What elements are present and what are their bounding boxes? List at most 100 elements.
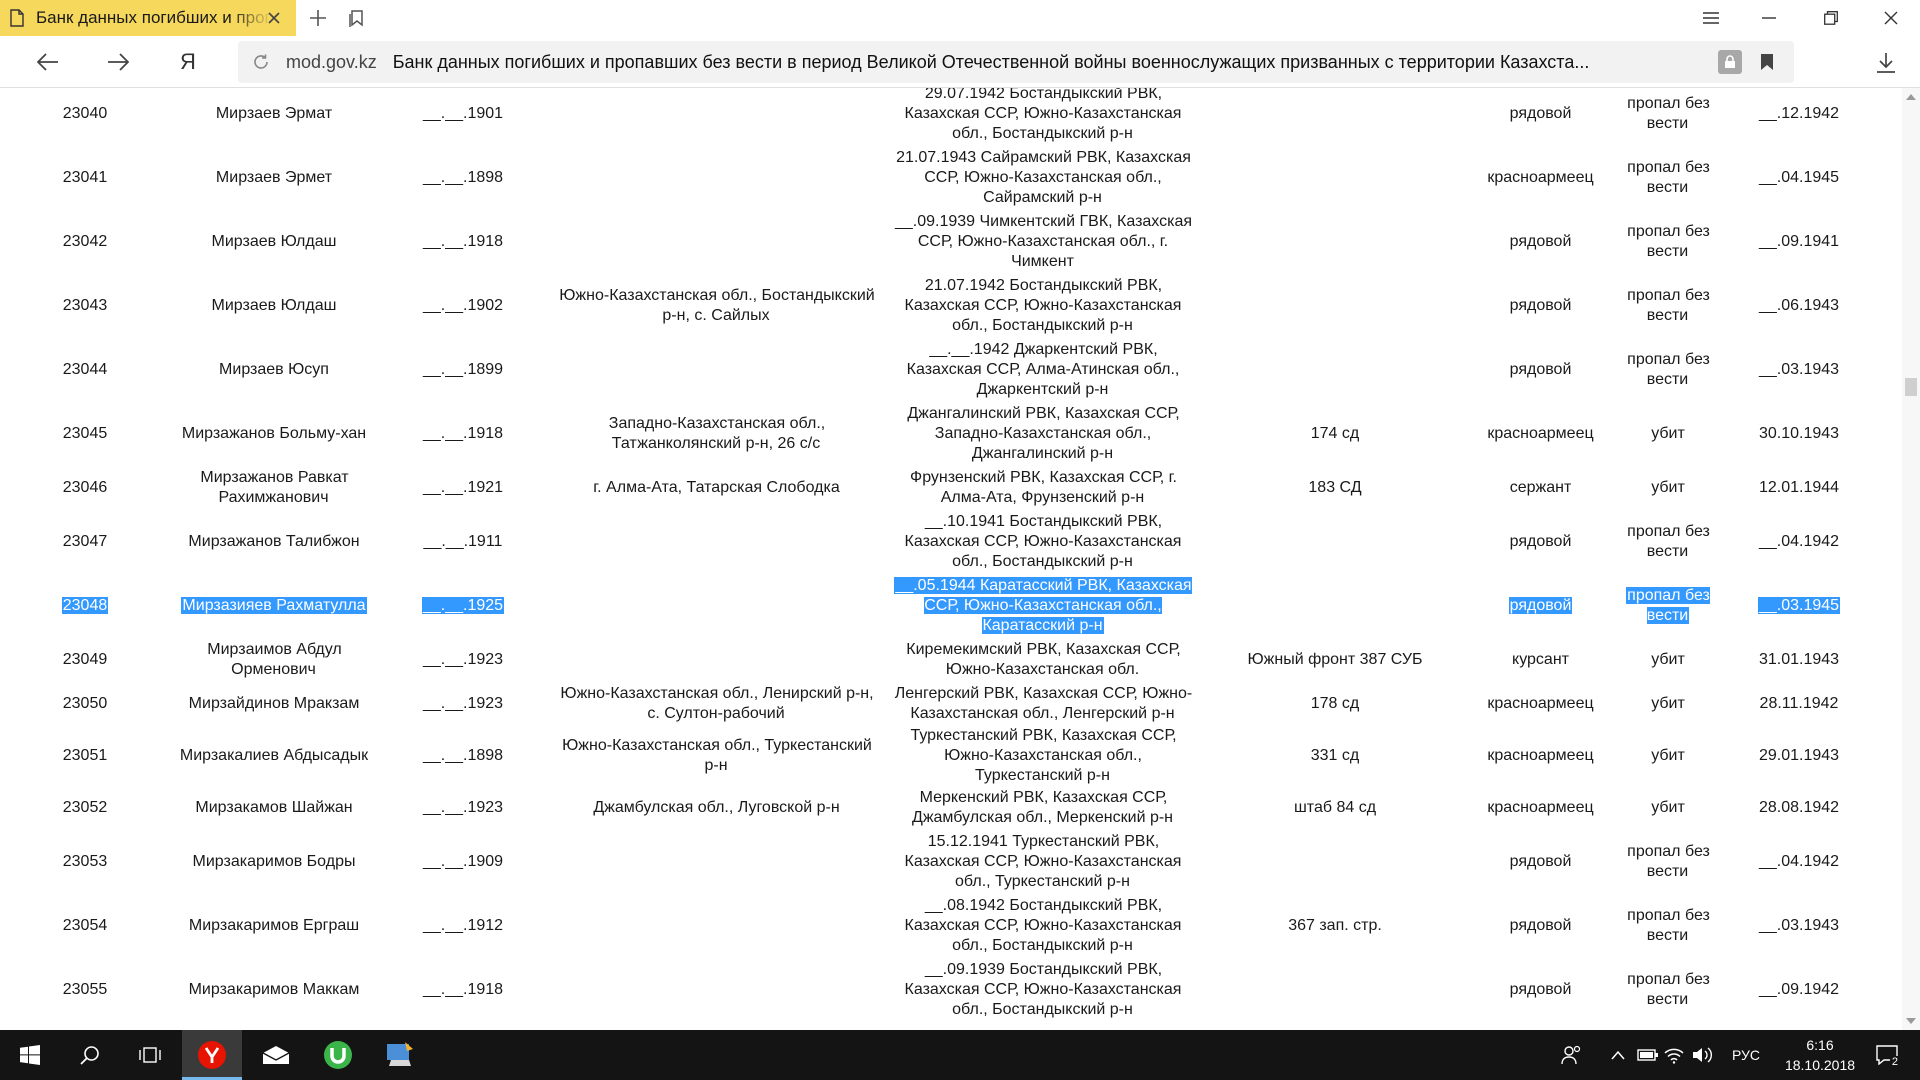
- url-domain: mod.gov.kz: [286, 51, 377, 72]
- cell-rank: красноармеец: [1469, 682, 1612, 726]
- bookmark-icon[interactable]: [1756, 50, 1778, 74]
- utorrent-icon[interactable]: [308, 1030, 368, 1080]
- browser-menu-icon[interactable]: [1688, 0, 1734, 36]
- action-center-icon[interactable]: 2: [1872, 1042, 1902, 1068]
- chevron-up-icon[interactable]: [1606, 1043, 1630, 1067]
- cell-conscription: 21.07.1942 Бостандыкский РВК, Казахская …: [885, 274, 1201, 338]
- cell-conscription: __.10.1941 Бостандыкский РВК, Казахская …: [885, 510, 1201, 574]
- cell-birthplace: Южно-Казахстанская обл., Бостандыкский р…: [548, 274, 885, 338]
- cell-birth: __.__.1902: [378, 274, 548, 338]
- cell-text: __.04.1945: [1758, 169, 1840, 186]
- cell-text: 23049: [62, 651, 108, 668]
- table-row: 23044 Мирзаев Юсуп __.__.1899 __.__.1942 Дж…: [0, 338, 1874, 402]
- page-scrollbar[interactable]: [1902, 88, 1920, 1030]
- download-icon[interactable]: [1872, 49, 1900, 77]
- table-row: 23053 Мирзакаримов Бодры __.__.1909 15.12.1…: [0, 830, 1874, 894]
- yandex-browser-taskbar-icon[interactable]: [182, 1030, 242, 1080]
- forward-arrow-icon[interactable]: [102, 46, 134, 78]
- restore-icon[interactable]: [1808, 0, 1854, 36]
- windows-start-icon[interactable]: [0, 1030, 60, 1080]
- cell-birthplace: [548, 638, 885, 682]
- system-clock[interactable]: 6:16 18.10.2018: [1778, 1035, 1862, 1075]
- cell-text: Мирзажанов Больму-хан: [181, 425, 367, 442]
- cell-name: Мирзакаримов Бодры: [170, 830, 378, 894]
- cell-text: рядовой: [1509, 361, 1572, 378]
- cell-name: Мирзакаримов Ерграш: [170, 894, 378, 958]
- cell-id: 23054: [0, 894, 170, 958]
- cell-id: 23047: [0, 510, 170, 574]
- cell-unit: 183 СД: [1201, 466, 1469, 510]
- wifi-icon[interactable]: [1662, 1043, 1686, 1067]
- windows-taskbar: РУС 6:16 18.10.2018 2: [0, 1030, 1920, 1080]
- people-icon[interactable]: [1560, 1043, 1584, 1067]
- cell-text: Мирзайдинов Мракзам: [188, 695, 360, 712]
- cell-rank: рядовой: [1469, 210, 1612, 274]
- cell-unit: [1201, 574, 1469, 638]
- yandex-home-icon[interactable]: Я: [172, 46, 204, 78]
- volume-icon[interactable]: [1690, 1043, 1714, 1067]
- cell-text: 23053: [62, 853, 108, 870]
- cell-date: __.09.1942: [1724, 958, 1874, 1022]
- cell-unit: 178 сд: [1201, 682, 1469, 726]
- table-row: 23052 Мирзакамов Шайжан __.__.1923 Джамбулс…: [0, 786, 1874, 830]
- cell-id: 23044: [0, 338, 170, 402]
- cell-text: пропал без вести: [1627, 523, 1710, 560]
- cell-text: Мирзакаримов Ерграш: [188, 917, 360, 934]
- cell-text: Джангалинский РВК, Казахская ССР, Западн…: [907, 405, 1180, 462]
- mail-icon[interactable]: [246, 1030, 306, 1080]
- scroll-down-arrow-icon[interactable]: [1905, 1016, 1917, 1026]
- cell-id: 23045: [0, 402, 170, 466]
- close-tab-icon[interactable]: [264, 8, 284, 28]
- address-bar[interactable]: mod.gov.kz Банк данных погибших и пропав…: [238, 41, 1794, 83]
- cell-conscription: __.05.1944 Каратасский РВК, Казахская СС…: [885, 574, 1201, 638]
- desktop-app-icon[interactable]: [370, 1030, 430, 1080]
- cell-text: рядовой: [1509, 917, 1572, 934]
- cell-text: 23054: [62, 917, 108, 934]
- lock-icon[interactable]: [1718, 50, 1742, 74]
- cell-conscription: __.09.1939 Чимкентский ГВК, Казахская СС…: [885, 210, 1201, 274]
- cell-text: убит: [1651, 425, 1685, 442]
- cell-rank: рядовой: [1469, 574, 1612, 638]
- cell-birth: __.__.1898: [378, 726, 548, 786]
- close-window-icon[interactable]: [1868, 0, 1914, 36]
- cell-text: __.__.1925: [421, 597, 505, 614]
- cell-fate: пропал без вести: [1612, 210, 1724, 274]
- notification-count: 2: [1889, 1056, 1900, 1068]
- cell-birthplace: Южно-Казахстанская обл., Ленирский р-н, …: [548, 682, 885, 726]
- cell-birth: __.__.1899: [378, 338, 548, 402]
- cell-name: Мирзаев Юлдаш: [170, 274, 378, 338]
- cell-date: 12.01.1944: [1724, 466, 1874, 510]
- cell-text: рядовой: [1509, 533, 1572, 550]
- minimize-icon[interactable]: [1746, 0, 1792, 36]
- language-indicator[interactable]: РУС: [1732, 1030, 1760, 1080]
- cell-text: пропал без вести: [1627, 971, 1710, 1008]
- cell-text: 23050: [62, 695, 108, 712]
- cell-birth: __.__.1921: [378, 466, 548, 510]
- cell-birthplace: Джамбулская обл., Луговской р-н: [548, 786, 885, 830]
- cell-text: убит: [1651, 747, 1685, 764]
- new-tab-plus-icon[interactable]: [306, 6, 330, 30]
- cell-date: __.04.1945: [1724, 146, 1874, 210]
- cell-text: __.09.1941: [1758, 233, 1840, 250]
- tab-bookmark-icon[interactable]: [345, 6, 369, 30]
- reload-icon[interactable]: [248, 49, 274, 75]
- scroll-up-arrow-icon[interactable]: [1905, 92, 1917, 102]
- cell-conscription: 21.07.1943 Сайрамский РВК, Казахская ССР…: [885, 146, 1201, 210]
- cell-text: 21.07.1943 Сайрамский РВК, Казахская ССР…: [896, 149, 1191, 206]
- cell-id: 23042: [0, 210, 170, 274]
- cell-text: 23044: [62, 361, 108, 378]
- battery-icon[interactable]: [1636, 1043, 1660, 1067]
- search-icon[interactable]: [60, 1030, 120, 1080]
- cell-text: 23052: [62, 799, 108, 816]
- cell-text: Киремекимский РВК, Казахская ССР, Южно-К…: [906, 641, 1181, 678]
- scrollbar-thumb[interactable]: [1905, 378, 1917, 396]
- cell-text: красноармеец: [1487, 799, 1594, 816]
- cell-birthplace: [548, 830, 885, 894]
- cell-fate: пропал без вести: [1612, 510, 1724, 574]
- task-view-icon[interactable]: [120, 1030, 180, 1080]
- cell-date: 30.10.1943: [1724, 402, 1874, 466]
- back-arrow-icon[interactable]: [32, 46, 64, 78]
- tab-active[interactable]: Банк данных погибших и пропавших без вес…: [0, 0, 296, 36]
- cell-text: __.08.1942 Бостандыкский РВК, Казахская …: [904, 897, 1182, 954]
- table-row: 23042 Мирзаев Юлдаш __.__.1918 __.09.1939 Ч…: [0, 210, 1874, 274]
